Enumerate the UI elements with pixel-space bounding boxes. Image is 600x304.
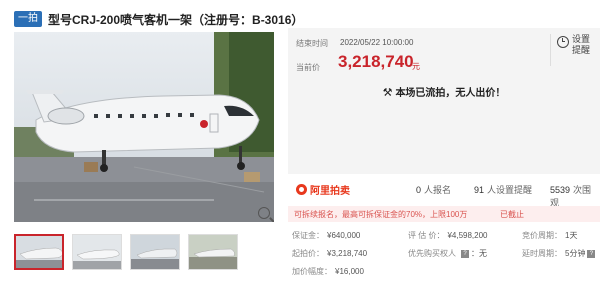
end-time-label: 结束时间 — [296, 39, 328, 48]
delay-detail: 延时周期： 5分钟? — [522, 248, 597, 259]
deposit-value: ¥640,000 — [327, 231, 361, 240]
signup-count-label: 人报名 — [424, 185, 452, 195]
period-label: 竞价周期： — [522, 231, 562, 240]
delay-label: 延时周期： — [522, 249, 562, 258]
brand-logo[interactable]: 阿里拍卖 — [296, 182, 350, 197]
gavel-icon: ⚒ — [382, 87, 393, 99]
start-price-value: ¥3,218,740 — [327, 249, 368, 258]
signup-count-value: 0 — [416, 185, 422, 195]
delay-value: 5分钟 — [565, 249, 586, 258]
priority-buyer-detail: 优先购买权人? ：无 — [408, 248, 487, 259]
delay-help-icon[interactable]: ? — [587, 249, 596, 258]
thumbnail-strip — [14, 234, 238, 270]
stats-row: 阿里拍卖 0 人报名 91 人设置提醒 5539 次围观 — [288, 178, 600, 208]
reminder-count-value: 91 — [474, 185, 485, 195]
current-price-label: 当前价 — [296, 63, 320, 72]
thumbnail-4[interactable] — [188, 234, 238, 270]
set-reminder-button[interactable]: 设置提醒 — [550, 34, 596, 66]
end-time-value: 2022/05/22 10:00:00 — [340, 38, 414, 47]
start-price-detail: 起拍价： ¥3,218,740 — [292, 248, 367, 259]
period-detail: 竞价周期： 1天 — [522, 230, 577, 241]
period-value: 1天 — [565, 231, 578, 240]
brand-name: 阿里拍卖 — [310, 185, 350, 197]
priority-buyer-label: 优先购买权人 — [408, 249, 456, 258]
ali-auction-icon — [296, 183, 307, 195]
auction-info-panel: 结束时间 2022/05/22 10:00:00 当前价 3,218,740 元… — [288, 28, 600, 174]
increment-value: ¥16,000 — [335, 267, 364, 276]
appraisal-detail: 评 估 价： ¥4,598,200 — [408, 230, 488, 241]
current-price: 3,218,740 — [338, 52, 414, 71]
deposit-notice: 可拆续报名，最高可拆保证金的70%，上限100万 已截止 — [288, 206, 600, 222]
help-icon[interactable]: ? — [461, 249, 469, 258]
signup-count: 0 人报名 — [416, 183, 451, 196]
deposit-label: 保证金： — [292, 231, 324, 240]
thumbnail-2[interactable] — [72, 234, 122, 270]
auction-status-text: 本场已流拍，无人出价！ — [395, 88, 506, 99]
item-title: 型号CRJ-200喷气客机一架（注册号：B-3016） — [48, 12, 304, 27]
increment-label: 加价幅度： — [292, 267, 332, 276]
deposit-detail: 保证金： ¥640,000 — [292, 230, 360, 241]
appraisal-value: ¥4,598,200 — [447, 231, 488, 240]
title-row: 一拍 型号CRJ-200喷气客机一架（注册号：B-3016） — [14, 10, 303, 28]
priority-buyer-value: ：无 — [471, 249, 487, 258]
view-count-value: 5539 — [550, 185, 571, 195]
thumbnail-1[interactable] — [14, 234, 64, 270]
deposit-notice-closed: 已截止 — [500, 210, 524, 219]
airplane-photo — [14, 32, 274, 222]
thumbnail-3[interactable] — [130, 234, 180, 270]
deposit-notice-text: 可拆续报名，最高可拆保证金的70%，上限100万 — [294, 210, 468, 219]
auction-status: ⚒ 本场已流拍，无人出价！ — [288, 84, 600, 99]
main-photo[interactable] — [14, 32, 274, 222]
reminder-count-label: 人设置提醒 — [487, 185, 533, 195]
zoom-icon[interactable] — [258, 207, 270, 219]
set-reminder-label: 设置提醒 — [572, 34, 591, 55]
start-price-label: 起拍价： — [292, 249, 324, 258]
appraisal-label: 评 估 价： — [408, 231, 445, 240]
auction-round-badge: 一拍 — [14, 11, 42, 27]
alarm-clock-icon — [557, 36, 569, 48]
reminder-count: 91 人设置提醒 — [474, 183, 532, 196]
increment-detail: 加价幅度： ¥16,000 — [292, 266, 364, 277]
price-unit: 元 — [412, 62, 420, 71]
